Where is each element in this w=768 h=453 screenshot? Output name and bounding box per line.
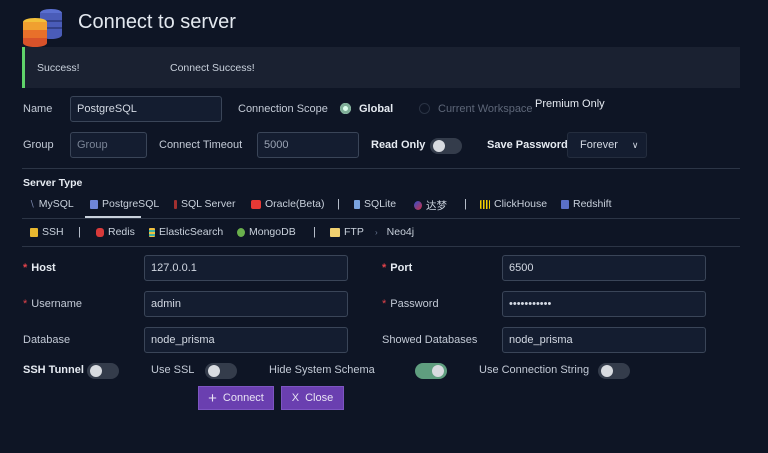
chevron-down-icon: ∨ [631, 139, 639, 150]
connect-button[interactable]: + Connect [198, 386, 274, 410]
use-ssl-toggle[interactable] [205, 363, 237, 379]
tab-sqlserver[interactable]: SQL Server [174, 198, 235, 210]
hide-schema-label: Hide System Schema [269, 364, 375, 376]
name-label: Name [23, 103, 53, 115]
ssh-tunnel-toggle[interactable] [87, 363, 119, 379]
hide-schema-toggle[interactable] [415, 363, 447, 379]
tab-mongodb[interactable]: MongoDB [237, 226, 296, 238]
save-password-label: Save Password [487, 139, 568, 151]
tab-redshift[interactable]: Redshift [561, 198, 612, 210]
group-input[interactable]: Group [70, 132, 147, 158]
save-password-select[interactable]: Forever ∨ [567, 132, 647, 158]
dameng-icon [414, 201, 422, 210]
success-alert: Success! Connect Success! [22, 47, 740, 88]
timeout-label: Connect Timeout [159, 139, 243, 151]
redis-icon [96, 227, 104, 237]
radio-workspace[interactable] [419, 103, 430, 114]
neo4j-icon: › [375, 227, 378, 237]
database-label: Database [23, 334, 71, 346]
tab-ftp[interactable]: FTP [330, 226, 364, 238]
folder-icon [330, 227, 340, 237]
tab-mysql[interactable]: ∖ MySQL [29, 198, 74, 210]
plus-icon: + [208, 389, 217, 407]
tab-redis[interactable]: Redis [96, 226, 135, 238]
elasticsearch-icon [149, 227, 155, 237]
tab-oracle[interactable]: Oracle(Beta) [251, 198, 325, 210]
readonly-label: Read Only [371, 139, 426, 151]
username-input[interactable]: admin [144, 291, 348, 317]
port-label: * Port [382, 262, 413, 274]
tab-sqlite[interactable]: SQLite [354, 198, 396, 210]
username-label: * Username [23, 298, 83, 310]
scope-global-label[interactable]: Global [359, 103, 393, 115]
redshift-icon [561, 199, 569, 209]
tab-ssh[interactable]: SSH [30, 226, 64, 238]
scope-label: Connection Scope [238, 103, 328, 115]
separator: | [337, 198, 340, 210]
clickhouse-icon [480, 199, 490, 209]
use-ssl-label: Use SSL [151, 364, 195, 376]
tab-postgresql[interactable]: PostgreSQL [90, 198, 159, 210]
group-label: Group [23, 139, 54, 151]
premium-tooltip: Premium Only [533, 97, 607, 111]
ssh-tunnel-label: SSH Tunnel [23, 364, 84, 376]
alert-message: Connect Success! [170, 62, 255, 74]
conn-string-label: Use Connection String [479, 364, 590, 376]
password-label: * Password [382, 298, 439, 310]
name-input[interactable]: PostgreSQL [70, 96, 222, 122]
tab-elasticsearch[interactable]: ElasticSearch [149, 226, 223, 238]
sqlserver-icon [174, 199, 177, 209]
page-title: Connect to server [78, 11, 236, 33]
divider [22, 218, 740, 219]
server-type-label: Server Type [23, 177, 83, 189]
tab-clickhouse[interactable]: ClickHouse [480, 198, 547, 210]
mongodb-icon [237, 227, 245, 237]
host-label: * Host [23, 262, 56, 274]
oracle-icon [251, 199, 261, 209]
alert-title: Success! [37, 62, 80, 74]
port-input[interactable]: 6500 [502, 255, 706, 281]
separator: | [313, 226, 316, 238]
separator: | [78, 226, 81, 238]
host-input[interactable]: 127.0.0.1 [144, 255, 348, 281]
radio-global[interactable] [340, 103, 351, 114]
close-icon: X [291, 392, 300, 404]
divider [22, 168, 740, 169]
divider [22, 246, 740, 247]
scope-workspace-label[interactable]: Current Workspace [438, 103, 533, 115]
separator: | [464, 198, 467, 210]
sqlite-icon [354, 199, 360, 209]
showed-databases-label: Showed Databases [382, 334, 478, 346]
tab-neo4j[interactable]: › Neo4j [375, 226, 414, 238]
app-logo-icon [22, 8, 64, 48]
save-password-value: Forever [580, 139, 618, 151]
tab-dameng[interactable]: 达梦 [414, 198, 447, 213]
readonly-toggle[interactable] [430, 138, 462, 154]
lock-icon [30, 227, 38, 237]
database-input[interactable]: node_prisma [144, 327, 348, 353]
conn-string-toggle[interactable] [598, 363, 630, 379]
close-button[interactable]: X Close [281, 386, 344, 410]
timeout-input[interactable]: 5000 [257, 132, 359, 158]
password-input[interactable]: ••••••••••• [502, 291, 706, 317]
postgresql-icon [90, 199, 98, 209]
showed-databases-input[interactable]: node_prisma [502, 327, 706, 353]
mysql-icon: ∖ [29, 198, 35, 209]
